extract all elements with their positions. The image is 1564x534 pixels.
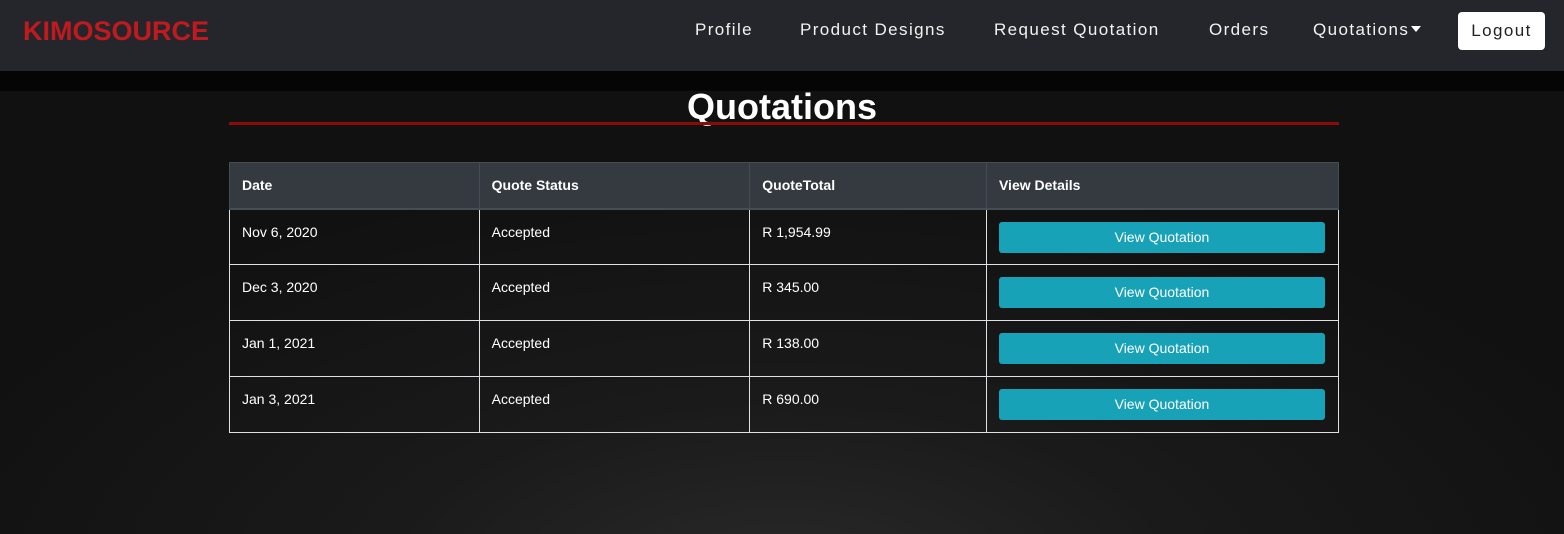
table-row: Jan 1, 2021 Accepted R 138.00 View Quota… [229, 320, 1340, 377]
table-header-row: Date Quote Status QuoteTotal View Detail… [229, 162, 1340, 210]
cell-status: Accepted [478, 376, 751, 433]
column-header-view-details: View Details [985, 162, 1340, 210]
navbar: KIMOSOURCE Profile Product Designs Reque… [0, 0, 1564, 71]
cell-status: Accepted [478, 264, 751, 321]
cell-date: Dec 3, 2020 [229, 264, 480, 321]
cell-action: View Quotation [985, 376, 1340, 433]
cell-total: R 690.00 [749, 376, 987, 433]
logout-button[interactable]: Logout [1458, 12, 1545, 50]
nav-quotations-dropdown[interactable]: Quotations [1313, 19, 1422, 41]
view-quotation-button[interactable]: View Quotation [998, 333, 1325, 364]
table-row: Dec 3, 2020 Accepted R 345.00 View Quota… [229, 264, 1340, 321]
view-quotation-button[interactable]: View Quotation [998, 389, 1325, 420]
cell-date: Jan 3, 2021 [229, 376, 480, 433]
view-quotation-button[interactable]: View Quotation [998, 277, 1325, 308]
nav-quotations-label: Quotations [1313, 20, 1410, 39]
table-row: Jan 3, 2021 Accepted R 690.00 View Quota… [229, 376, 1340, 433]
view-quotation-button[interactable]: View Quotation [998, 221, 1325, 253]
cell-status: Accepted [478, 320, 751, 377]
table-row: Nov 6, 2020 Accepted R 1,954.99 View Quo… [229, 208, 1340, 265]
cell-status: Accepted [478, 208, 751, 265]
cell-action: View Quotation [985, 264, 1340, 321]
cell-action: View Quotation [985, 320, 1340, 377]
column-header-quote-total: QuoteTotal [749, 162, 987, 210]
brand-logo[interactable]: KIMOSOURCE [23, 15, 209, 47]
cell-action: View Quotation [985, 208, 1340, 265]
nav-request-quotation[interactable]: Request Quotation [994, 19, 1160, 41]
caret-down-icon [1411, 25, 1422, 32]
quotations-table: Date Quote Status QuoteTotal View Detail… [229, 162, 1340, 433]
column-header-date: Date [229, 162, 480, 210]
cell-total: R 1,954.99 [749, 208, 987, 265]
nav-orders[interactable]: Orders [1209, 19, 1269, 41]
cell-date: Nov 6, 2020 [229, 208, 480, 265]
nav-product-designs[interactable]: Product Designs [800, 19, 946, 41]
column-header-quote-status: Quote Status [478, 162, 751, 210]
cell-date: Jan 1, 2021 [229, 320, 480, 377]
title-divider [229, 122, 1339, 125]
cell-total: R 345.00 [749, 264, 987, 321]
nav-profile[interactable]: Profile [695, 19, 753, 41]
cell-total: R 138.00 [749, 320, 987, 377]
